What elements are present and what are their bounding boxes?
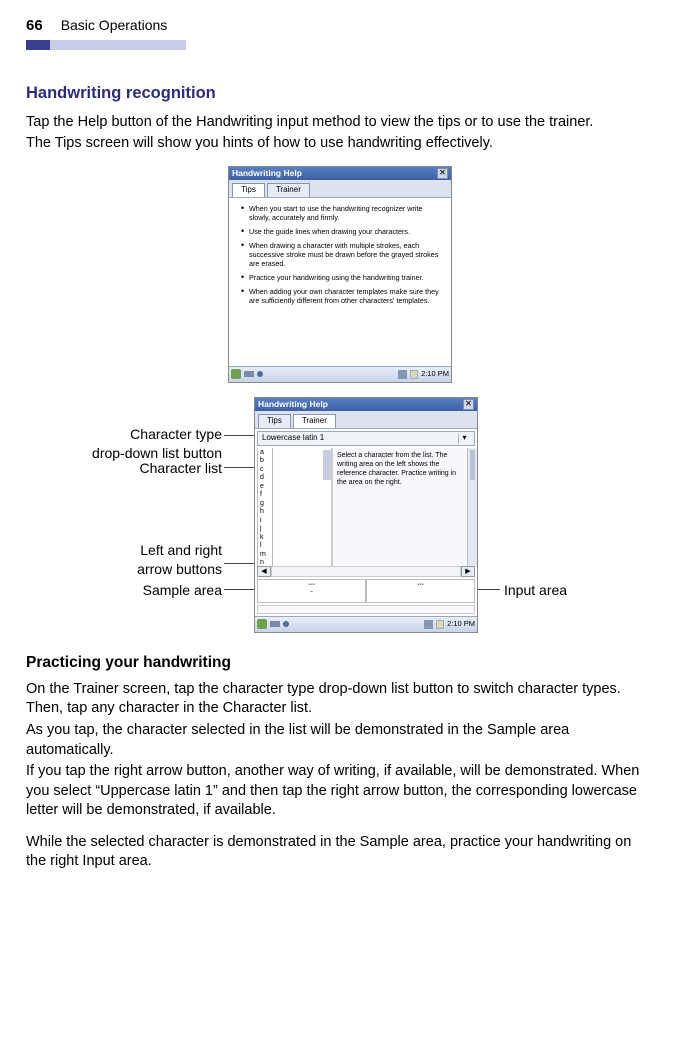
char-item[interactable]: m — [260, 551, 270, 560]
window-title: Handwriting Help — [232, 168, 302, 179]
reference-pane — [273, 448, 333, 566]
char-item[interactable]: f — [260, 491, 270, 500]
close-icon[interactable]: ✕ — [437, 168, 448, 179]
tip-item: When drawing a character with multiple s… — [241, 241, 443, 268]
volume-icon[interactable] — [424, 620, 433, 629]
tip-item: Use the guide lines when drawing your ch… — [241, 227, 443, 236]
tab-trainer[interactable]: Trainer — [267, 183, 310, 197]
annot-char-type: Character type — [26, 425, 222, 444]
char-item[interactable]: g — [260, 500, 270, 509]
char-item[interactable]: e — [260, 483, 270, 492]
annot-sample: Sample area — [143, 582, 222, 598]
tray-icon[interactable] — [283, 621, 289, 627]
annot-arrows1: Left and right — [26, 541, 222, 560]
left-arrow-button[interactable]: ◀ — [257, 566, 271, 577]
trainer-instruction: Select a character from the list. The wr… — [333, 448, 467, 566]
char-type-dropdown[interactable]: Lowercase latin 1 ▾ — [257, 431, 475, 446]
tab-trainer[interactable]: Trainer — [293, 414, 336, 428]
start-icon[interactable] — [231, 369, 241, 379]
tip-item: When you start to use the handwriting re… — [241, 204, 443, 222]
chapter-title: Basic Operations — [61, 16, 168, 35]
tick-icon: ▪▪▪ — [417, 581, 423, 589]
sample-area: ▪▪▪ - — [257, 579, 366, 603]
pda-window-tips: Handwriting Help ✕ Tips Trainer When you… — [228, 166, 452, 383]
pda-window-trainer: Handwriting Help ✕ Tips Trainer Lowercas… — [254, 397, 478, 633]
section2-p2: As you tap, the character selected in th… — [26, 721, 654, 760]
section2-p1: On the Trainer screen, tap the character… — [26, 680, 654, 719]
guide-line — [257, 605, 475, 614]
character-list[interactable]: a b c d e f g h i j k l m n — [257, 448, 273, 566]
char-item[interactable]: l — [260, 542, 270, 551]
keyboard-icon[interactable] — [270, 621, 280, 627]
header-rule — [26, 40, 186, 50]
tick-icon: ▪▪▪ — [308, 581, 314, 589]
section1-p2: The Tips screen will show you hints of h… — [26, 134, 654, 154]
section2-p4: While the selected character is demonstr… — [26, 833, 654, 872]
annot-input: Input area — [504, 582, 567, 598]
right-arrow-button[interactable]: ▶ — [461, 566, 475, 577]
char-item[interactable]: c — [260, 466, 270, 475]
tab-tips[interactable]: Tips — [232, 183, 265, 197]
note-icon[interactable] — [410, 370, 418, 379]
clock: 2:10 PM — [421, 369, 449, 379]
section-handwriting-title: Handwriting recognition — [26, 82, 654, 104]
tips-list: When you start to use the handwriting re… — [237, 204, 443, 305]
scrollbar-vertical[interactable] — [467, 448, 477, 566]
scrollbar-thumb[interactable] — [323, 450, 331, 480]
char-item[interactable]: h — [260, 508, 270, 517]
note-icon[interactable] — [436, 620, 444, 629]
arrow-track — [271, 566, 461, 577]
chevron-down-icon[interactable]: ▾ — [458, 434, 470, 444]
tip-item: When adding your own character templates… — [241, 287, 443, 305]
char-item[interactable]: j — [260, 525, 270, 534]
tip-item: Practice your handwriting using the hand… — [241, 273, 443, 282]
keyboard-icon[interactable] — [244, 371, 254, 377]
char-item[interactable]: b — [260, 457, 270, 466]
section-practicing-title: Practicing your handwriting — [26, 653, 654, 674]
char-item[interactable]: a — [260, 449, 270, 458]
char-type-value: Lowercase latin 1 — [262, 433, 324, 444]
clock: 2:10 PM — [447, 619, 475, 629]
input-area[interactable]: ▪▪▪ — [366, 579, 475, 603]
section2-p3: If you tap the right arrow button, anoth… — [26, 762, 654, 821]
annot-arrows2: arrow buttons — [26, 560, 222, 579]
tray-icon[interactable] — [257, 371, 263, 377]
volume-icon[interactable] — [398, 370, 407, 379]
taskbar: 2:10 PM — [255, 616, 477, 632]
window-title: Handwriting Help — [258, 399, 328, 410]
tab-tips[interactable]: Tips — [258, 414, 291, 428]
taskbar: 2:10 PM — [229, 366, 451, 382]
section1-p1: Tap the Help button of the Handwriting i… — [26, 113, 654, 133]
char-item[interactable]: i — [260, 517, 270, 526]
page-number: 66 — [26, 16, 43, 36]
char-item[interactable]: d — [260, 474, 270, 483]
close-icon[interactable]: ✕ — [463, 399, 474, 410]
char-item[interactable]: k — [260, 534, 270, 543]
start-icon[interactable] — [257, 619, 267, 629]
annot-char-list: Character list — [140, 460, 222, 476]
